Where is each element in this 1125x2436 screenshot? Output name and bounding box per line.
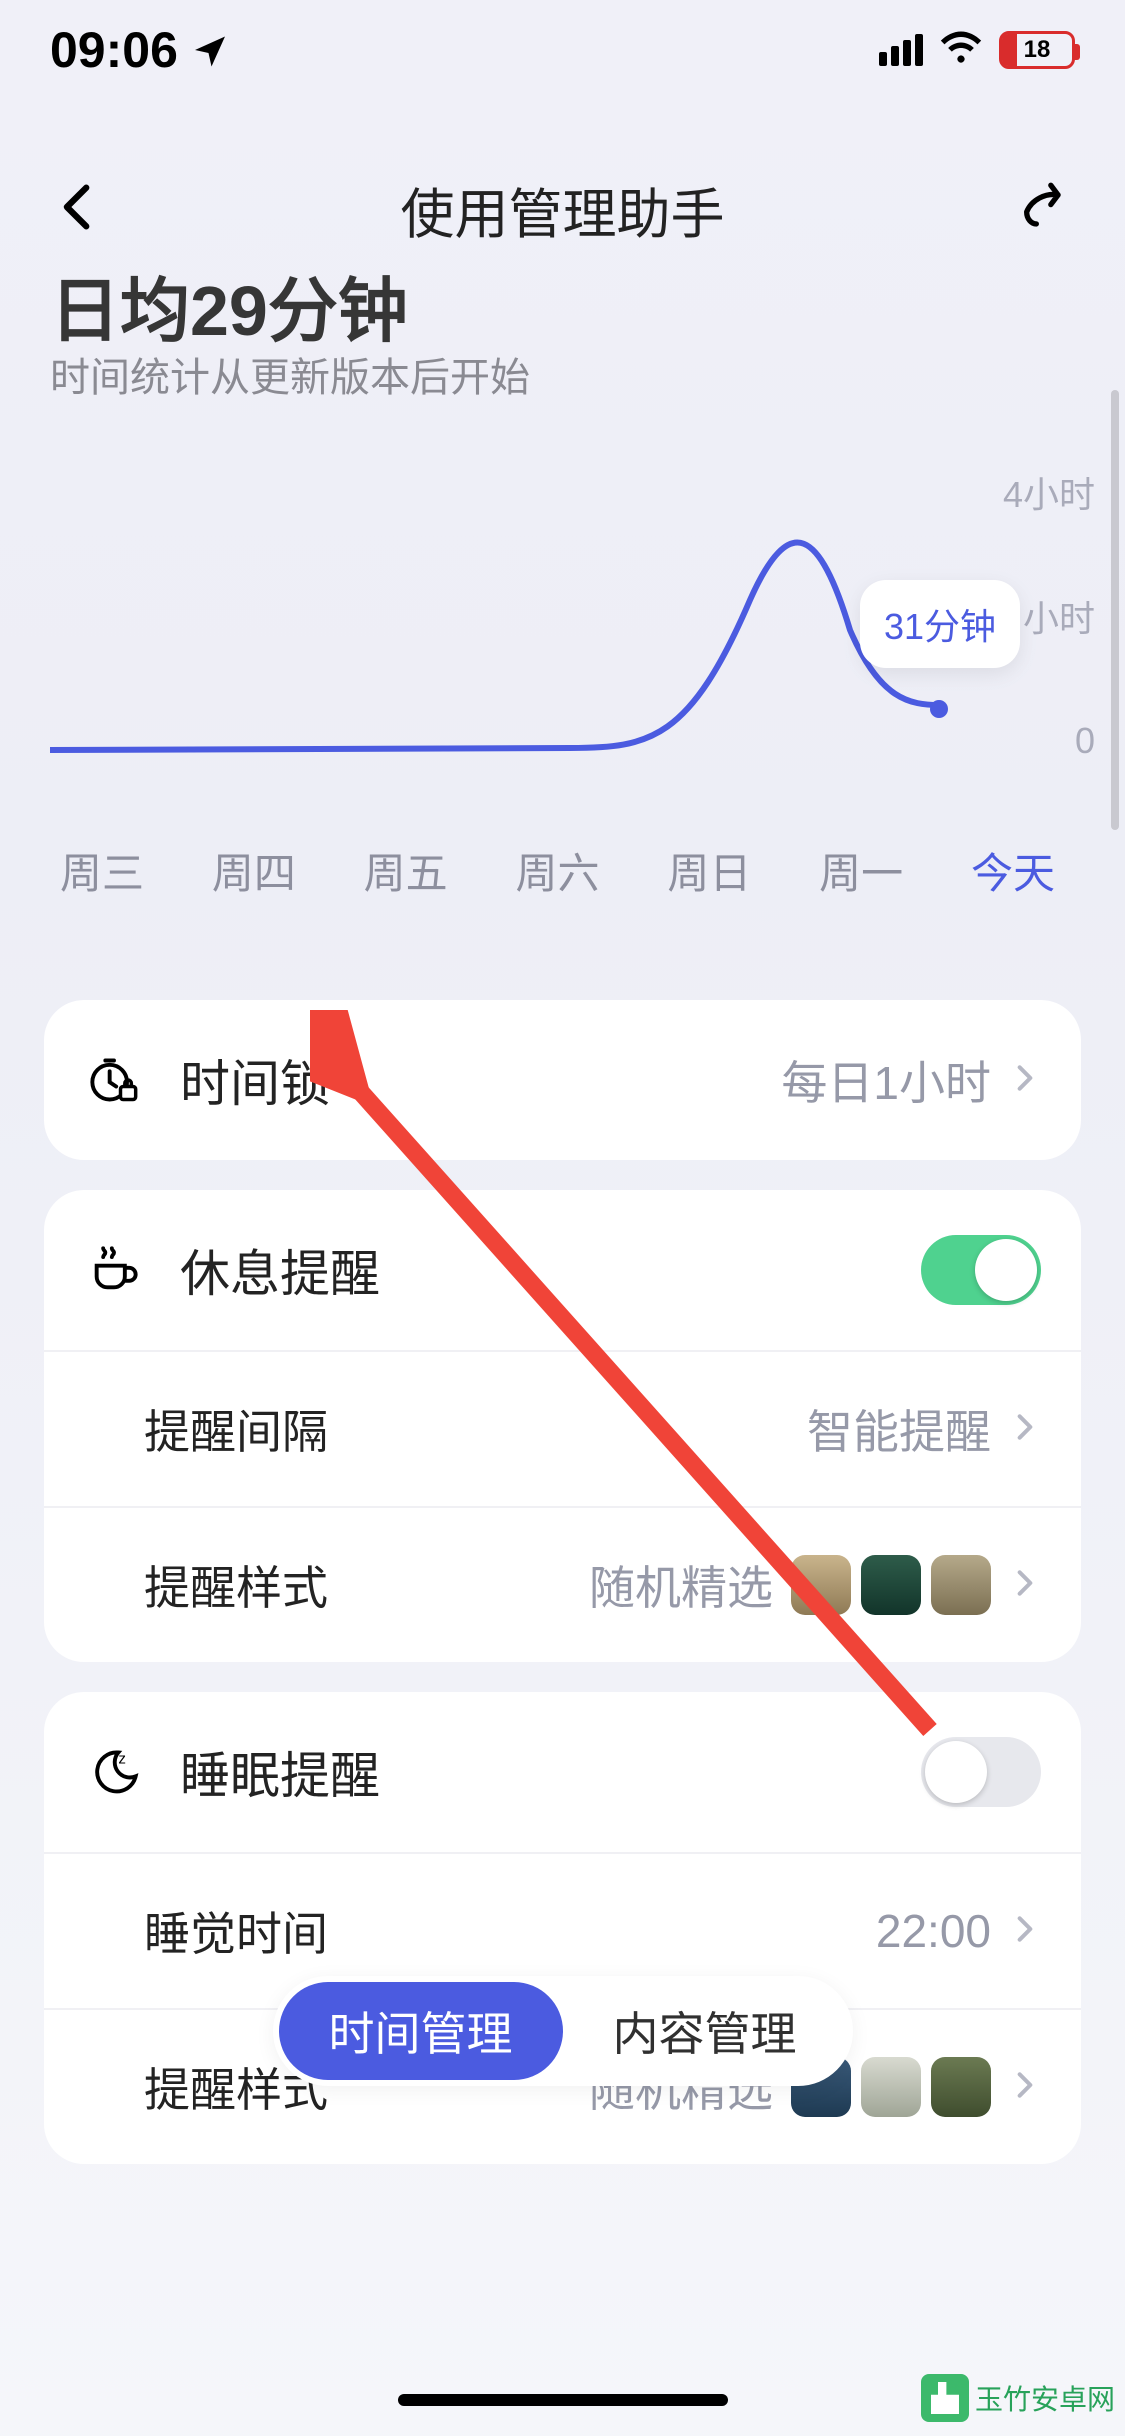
chart-tooltip: 31分钟 [860,580,1020,668]
chart-day: 周一 [819,840,903,901]
wifi-icon [939,26,983,75]
row-title: 提醒样式 [144,1552,328,1618]
chevron-right-icon [1009,1913,1041,1950]
chevron-right-icon [1009,2069,1041,2106]
status-bar: 09:06 18 [0,0,1125,100]
tab-content-management[interactable]: 内容管理 [563,1982,847,2080]
chart-day: 周日 [667,840,751,901]
row-time-lock[interactable]: 时间锁 每日1小时 [44,1000,1081,1160]
row-title: 提醒间隔 [144,1396,328,1462]
chart-day: 周四 [212,840,296,901]
row-remind-style[interactable]: 提醒样式 随机精选 [44,1506,1081,1662]
card-rest-reminder: 休息提醒 提醒间隔 智能提醒 提醒样式 随机精选 [44,1190,1081,1662]
status-time: 09:06 [50,21,178,79]
style-thumbnails [791,1555,991,1615]
chevron-right-icon [1009,1062,1041,1099]
card-time-lock: 时间锁 每日1小时 [44,1000,1081,1160]
card-sleep-reminder: z 睡眠提醒 睡觉时间 22:00 提醒样式 随机精选 [44,1692,1081,2164]
share-button[interactable] [1017,178,1075,241]
chart-day: 周五 [364,840,448,901]
chart-ytick: 0 [1075,720,1095,762]
row-sleep-reminder: z 睡眠提醒 [44,1692,1081,1852]
row-value: 22:00 [876,1904,991,1958]
chevron-right-icon [1009,1567,1041,1604]
page-title: 使用管理助手 [401,170,725,249]
chart-day: 周六 [515,840,599,901]
row-value: 智能提醒 [807,1396,991,1462]
nav-header: 使用管理助手 [0,170,1125,249]
usage-subtitle: 时间统计从更新版本后开始 [50,345,530,403]
row-rest-reminder: 休息提醒 [44,1190,1081,1350]
home-indicator[interactable] [398,2394,728,2406]
timer-lock-icon [84,1054,144,1106]
row-value: 每日1小时 [781,1047,991,1113]
chevron-right-icon [1009,1411,1041,1448]
watermark-text: 玉竹安卓网 [975,2378,1115,2418]
row-title: 休息提醒 [180,1234,380,1306]
chart-x-axis: 周三 周四 周五 周六 周日 周一 今天 [60,840,1055,901]
chart-ytick: 小时 [1023,590,1095,642]
watermark: 玉竹安卓网 [921,2374,1115,2422]
chart-ytick: 4小时 [1003,466,1095,518]
moon-icon: z [84,1746,144,1798]
usage-chart: 4小时 小时 0 31分钟 [50,470,1095,810]
row-title: 时间锁 [180,1044,330,1116]
location-icon [192,32,228,68]
chart-line [50,470,960,810]
chart-day: 周三 [60,840,144,901]
svg-text:z: z [118,1750,126,1767]
sleep-reminder-toggle[interactable] [921,1737,1041,1807]
segmented-control: 时间管理 内容管理 [273,1976,853,2086]
row-title: 睡觉时间 [144,1898,328,1964]
tab-time-management[interactable]: 时间管理 [279,1982,563,2080]
row-remind-interval[interactable]: 提醒间隔 智能提醒 [44,1350,1081,1506]
watermark-logo-icon [921,2374,969,2422]
chart-day-active: 今天 [971,840,1055,901]
row-title: 睡眠提醒 [180,1736,380,1808]
cup-icon [84,1244,144,1296]
cell-signal-icon [879,34,923,66]
back-button[interactable] [50,178,108,241]
rest-reminder-toggle[interactable] [921,1235,1041,1305]
row-value: 随机精选 [589,1552,773,1618]
battery-icon: 18 [999,31,1075,69]
usage-average-heading: 日均29分钟 [50,255,408,356]
chart-point [930,700,948,718]
scrollbar[interactable] [1111,390,1119,830]
